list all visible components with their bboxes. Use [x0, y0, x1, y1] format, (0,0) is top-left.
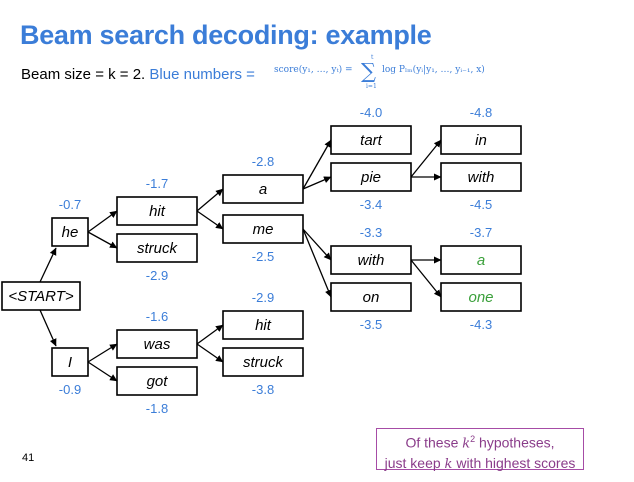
tree-node-with1: with [330, 245, 412, 275]
tree-edge-he-hit1 [87, 210, 118, 233]
tree-edge-was-hit2 [196, 324, 224, 345]
tree-node-with2: with [440, 162, 522, 192]
tree-node-word: me [253, 221, 274, 238]
tree-node-score-I: -0.9 [59, 382, 81, 397]
tree-node-a2: a [440, 245, 522, 275]
tree-node-score-tart: -4.0 [360, 105, 382, 120]
page-number: 41 [22, 452, 35, 464]
tree-node-word: hit [149, 203, 166, 220]
tree-node-word: struck [137, 240, 179, 257]
tree-node-score-on: -3.5 [360, 317, 382, 332]
tree-node-score-pie: -3.4 [360, 197, 382, 212]
tree-edge-a1-pie [302, 176, 332, 190]
tree-node-word: pie [360, 169, 381, 186]
tree-node-word: struck [243, 354, 285, 371]
tree-node-start: <START> [1, 281, 81, 311]
tree-node-word: in [475, 132, 487, 149]
tree-edge-he-struck1 [87, 231, 118, 249]
callout-line-1: Of these k2 hypotheses, [405, 434, 555, 452]
beam-search-tree: <START> he -0.7 I -0.9 hit -1.7 struck -2.9 was -1… [1, 105, 522, 416]
tree-node-struck2: struck [222, 347, 304, 377]
tree-node-word: with [358, 252, 385, 269]
tree-node-score-hit1: -1.7 [146, 176, 168, 191]
tree-node-got: got [116, 366, 198, 396]
tree-edge-me-on [302, 228, 332, 298]
tree-node-score-me: -2.5 [252, 249, 274, 264]
tree-node-word: was [144, 336, 171, 353]
tree-node-score-with2: -4.5 [470, 197, 492, 212]
tree-node-score-a1: -2.8 [252, 154, 274, 169]
tree-node-word: a [259, 181, 267, 198]
tree-edge-was-struck2 [196, 343, 224, 363]
tree-node-word: with [468, 169, 495, 186]
tree-node-word: on [363, 289, 380, 306]
tree-node-me: me [222, 214, 304, 244]
tree-node-word: I [68, 354, 72, 371]
tree-edge-I-was [87, 343, 118, 363]
tree-node-score-with1: -3.3 [360, 225, 382, 240]
tree-node-score-struck2: -3.8 [252, 382, 274, 397]
tree-edge-start-he [39, 247, 57, 283]
tree-node-a1: a [222, 174, 304, 204]
tree-edge-hit1-a1 [196, 188, 224, 212]
tree-node-I: I [51, 347, 89, 377]
tree-node-pie: pie [330, 162, 412, 192]
callout-line-2: just keep k with highest scores [384, 454, 576, 472]
tree-node-word: <START> [8, 288, 74, 305]
tree-edge-with1-one [410, 259, 442, 298]
tree-node-in: in [440, 125, 522, 155]
tree-node-he: he [51, 217, 89, 247]
tree-node-word: hit [255, 317, 272, 334]
hypotheses-callout: Of these k2 hypotheses, just keep k with… [376, 428, 584, 472]
tree-node-word: tart [360, 132, 383, 149]
tree-nodes: <START> he -0.7 I -0.9 hit -1.7 struck -2.9 was -1… [1, 105, 522, 416]
tree-node-on: on [330, 282, 412, 312]
tree-edge-me-with1 [302, 228, 332, 261]
tree-node-score-got: -1.8 [146, 401, 168, 416]
tree-node-one: one [440, 282, 522, 312]
tree-node-struck1: struck [116, 233, 198, 263]
tree-node-score-a2: -3.7 [470, 225, 492, 240]
tree-node-score-he: -0.7 [59, 197, 81, 212]
tree-node-score-hit2: -2.9 [252, 290, 274, 305]
tree-node-was: was [116, 329, 198, 359]
tree-node-hit1: hit [116, 196, 198, 226]
tree-node-word: a [477, 252, 485, 269]
tree-node-score-in: -4.8 [470, 105, 492, 120]
tree-node-score-struck1: -2.9 [146, 268, 168, 283]
tree-edge-a1-tart [302, 139, 332, 190]
tree-node-tart: tart [330, 125, 412, 155]
tree-node-word: he [62, 224, 79, 241]
tree-node-score-one: -4.3 [470, 317, 492, 332]
tree-edge-pie-in [410, 139, 442, 178]
tree-edge-I-got [87, 361, 118, 382]
tree-edge-start-I [39, 309, 57, 347]
tree-node-word: one [468, 289, 493, 306]
tree-edge-hit1-me [196, 210, 224, 230]
tree-node-word: got [147, 373, 169, 390]
tree-node-hit2: hit [222, 310, 304, 340]
tree-node-score-was: -1.6 [146, 309, 168, 324]
